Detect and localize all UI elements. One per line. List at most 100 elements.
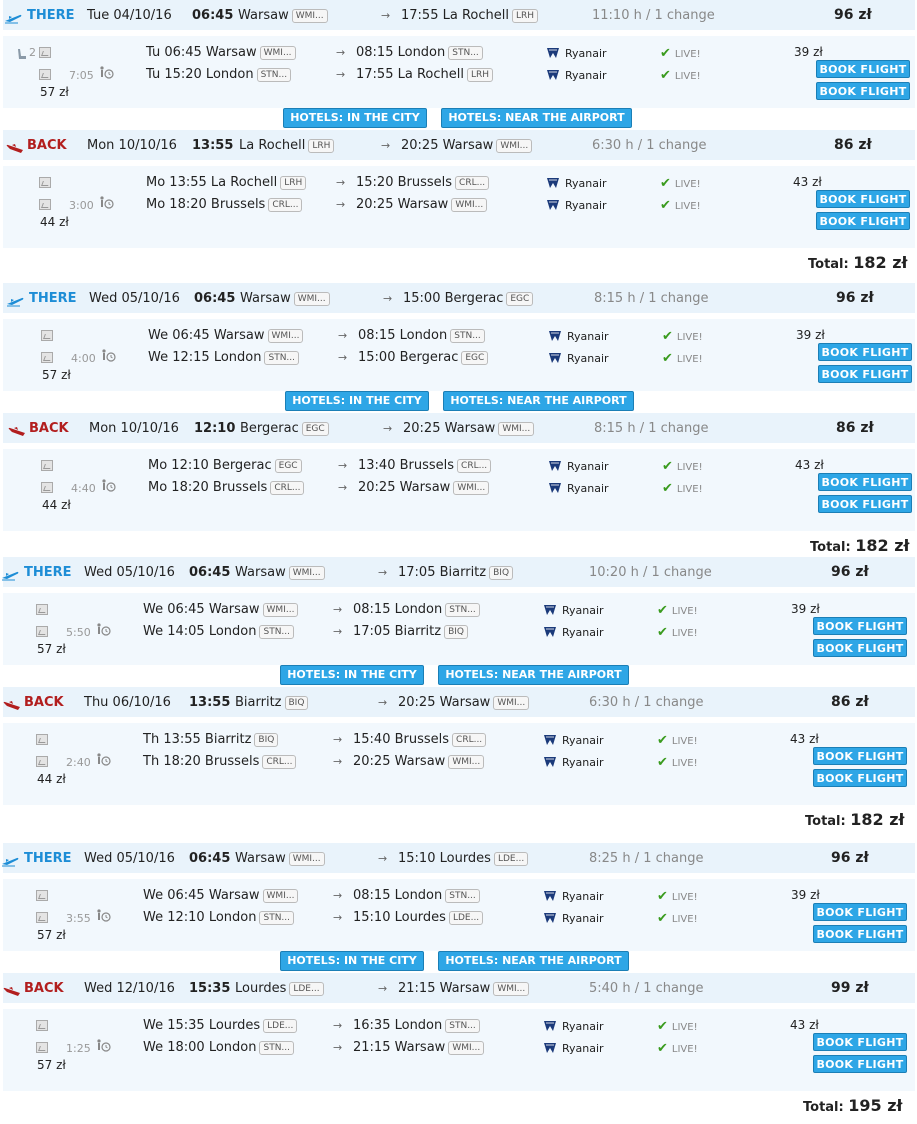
book-flight-button[interactable]: BOOK FLIGHT bbox=[813, 1055, 907, 1073]
leg-date: Thu 06/10/16 bbox=[84, 695, 171, 710]
check-icon: ✔ bbox=[657, 733, 668, 748]
book-flight-button[interactable]: BOOK FLIGHT bbox=[816, 212, 910, 230]
segment-departure: We 12:15 London STN... bbox=[148, 350, 300, 365]
arrival-time: 15:00 bbox=[403, 291, 441, 306]
arrow-right-icon: → bbox=[336, 68, 346, 81]
book-flight-button[interactable]: BOOK FLIGHT bbox=[813, 639, 907, 657]
arrow-right-icon: → bbox=[338, 351, 348, 364]
check-icon: ✔ bbox=[660, 176, 671, 191]
departure-airport-code: EGC bbox=[301, 422, 329, 436]
book-flight-button[interactable]: BOOK FLIGHT bbox=[816, 190, 910, 208]
segment-arrival: 15:20 Brussels CRL... bbox=[356, 175, 490, 190]
airline-name: Ryanair bbox=[567, 482, 609, 495]
segment-departure: Mo 12:10 Bergerac EGC bbox=[148, 458, 302, 473]
airline: Ryanair bbox=[548, 459, 609, 473]
book-flight-button[interactable]: BOOK FLIGHT bbox=[818, 495, 912, 513]
book-flight-button[interactable]: BOOK FLIGHT bbox=[813, 1033, 907, 1051]
seat-count: 2 bbox=[29, 46, 36, 59]
book-flight-button[interactable]: BOOK FLIGHT bbox=[816, 82, 910, 100]
segment-arrival: 08:15 London STN... bbox=[358, 328, 485, 343]
layover-duration: 7:05 bbox=[69, 69, 94, 82]
airline-name: Ryanair bbox=[567, 330, 609, 343]
live-label: LIVE! bbox=[671, 892, 698, 903]
check-icon: ✔ bbox=[657, 911, 668, 926]
arrow-right-icon: → bbox=[336, 198, 346, 211]
departure-time: 12:10 bbox=[194, 421, 236, 436]
leg-price: 86 zł bbox=[834, 137, 872, 153]
segment-arrival: 20:25 Warsaw WMI... bbox=[353, 754, 485, 769]
segment-arrival-code: WMI... bbox=[448, 1041, 485, 1055]
live-status: ✔ LIVE! bbox=[657, 755, 698, 770]
arrow-right-icon: → bbox=[338, 459, 348, 472]
airline: Ryanair bbox=[543, 603, 604, 617]
book-flight-button[interactable]: BOOK FLIGHT bbox=[813, 617, 907, 635]
segment-departure: Mo 18:20 Brussels CRL... bbox=[146, 197, 303, 212]
leg-price: 99 zł bbox=[831, 980, 869, 996]
airline: Ryanair bbox=[543, 1041, 604, 1055]
book-flight-button[interactable]: BOOK FLIGHT bbox=[818, 473, 912, 491]
layover-price: 57 zł bbox=[40, 85, 69, 99]
book-flight-button[interactable]: BOOK FLIGHT bbox=[818, 365, 912, 383]
layover-duration: 5:50 bbox=[66, 626, 91, 639]
segment-departure: Th 13:55 Biarritz BIQ bbox=[143, 732, 279, 747]
leg-price: 86 zł bbox=[831, 694, 869, 710]
segment-departure: We 14:05 London STN... bbox=[143, 624, 295, 639]
departure-city: Warsaw WMI... bbox=[238, 8, 328, 23]
hotels-near-airport-button[interactable]: HOTELS: NEAR THE AIRPORT bbox=[441, 108, 632, 128]
book-flight-button[interactable]: BOOK FLIGHT bbox=[813, 925, 907, 943]
segment-departure-code: CRL... bbox=[270, 481, 305, 495]
ryanair-harp-icon bbox=[546, 68, 560, 82]
ryanair-harp-icon bbox=[548, 459, 562, 473]
layover-price: 44 zł bbox=[40, 215, 69, 229]
departure-airport-code: BIQ bbox=[284, 696, 309, 710]
arrival-city: Bergerac bbox=[444, 291, 504, 306]
book-flight-button[interactable]: BOOK FLIGHT bbox=[816, 60, 910, 78]
live-label: LIVE! bbox=[674, 49, 701, 60]
segment-departure: We 06:45 Warsaw WMI... bbox=[148, 328, 304, 343]
layover-duration: 3:00 bbox=[69, 199, 94, 212]
hotels-in-city-button[interactable]: HOTELS: IN THE CITY bbox=[283, 108, 427, 128]
arrow-right-icon: → bbox=[333, 911, 343, 924]
segment-departure-code: WMI... bbox=[267, 329, 304, 343]
arrival-time: 20:25 bbox=[403, 421, 441, 436]
arrival-time: 20:25 bbox=[398, 695, 436, 710]
image-placeholder-icon bbox=[36, 890, 48, 901]
segment-arrival: 08:15 London STN... bbox=[356, 45, 483, 60]
hotels-in-city-button[interactable]: HOTELS: IN THE CITY bbox=[280, 665, 424, 685]
airline: Ryanair bbox=[543, 1019, 604, 1033]
check-icon: ✔ bbox=[660, 46, 671, 61]
live-status: ✔ LIVE! bbox=[662, 459, 703, 474]
segment-arrival-text: 08:15 London bbox=[353, 888, 443, 903]
departure-city-name: Warsaw bbox=[235, 851, 286, 866]
plane-landing-icon bbox=[3, 696, 21, 710]
seat-icon bbox=[15, 46, 29, 65]
hotels-near-airport-button[interactable]: HOTELS: NEAR THE AIRPORT bbox=[438, 951, 629, 971]
total-label: Total: bbox=[808, 257, 849, 272]
book-flight-button[interactable]: BOOK FLIGHT bbox=[813, 903, 907, 921]
book-flight-button[interactable]: BOOK FLIGHT bbox=[813, 769, 907, 787]
arrival: 20:25 Warsaw WMI... bbox=[401, 138, 533, 153]
segment-arrival: 21:15 Warsaw WMI... bbox=[353, 1040, 485, 1055]
hotels-in-city-button[interactable]: HOTELS: IN THE CITY bbox=[280, 951, 424, 971]
ryanair-harp-icon bbox=[543, 733, 557, 747]
image-placeholder-icon bbox=[39, 69, 51, 80]
departure-time: 06:45 bbox=[194, 291, 236, 306]
arrival-airport-code: WMI... bbox=[493, 982, 530, 996]
live-status: ✔ LIVE! bbox=[660, 198, 701, 213]
check-icon: ✔ bbox=[657, 603, 668, 618]
hotels-near-airport-button[interactable]: HOTELS: NEAR THE AIRPORT bbox=[443, 391, 634, 411]
segment-arrival: 17:05 Biarritz BIQ bbox=[353, 624, 469, 639]
arrival: 17:05 Biarritz BIQ bbox=[398, 565, 514, 580]
live-label: LIVE! bbox=[676, 484, 703, 495]
segment-departure-text: Th 13:55 Biarritz bbox=[143, 732, 252, 747]
segment-departure-text: Tu 06:45 Warsaw bbox=[146, 45, 257, 60]
segment-arrival-code: CRL... bbox=[457, 459, 492, 473]
book-flight-button[interactable]: BOOK FLIGHT bbox=[818, 343, 912, 361]
hotels-near-airport-button[interactable]: HOTELS: NEAR THE AIRPORT bbox=[438, 665, 629, 685]
total-band bbox=[3, 1081, 915, 1091]
book-flight-button[interactable]: BOOK FLIGHT bbox=[813, 747, 907, 765]
segment-arrival-code: WMI... bbox=[448, 755, 485, 769]
hotels-in-city-button[interactable]: HOTELS: IN THE CITY bbox=[285, 391, 429, 411]
ryanair-harp-icon bbox=[543, 911, 557, 925]
arrival-city: Lourdes bbox=[439, 851, 491, 866]
